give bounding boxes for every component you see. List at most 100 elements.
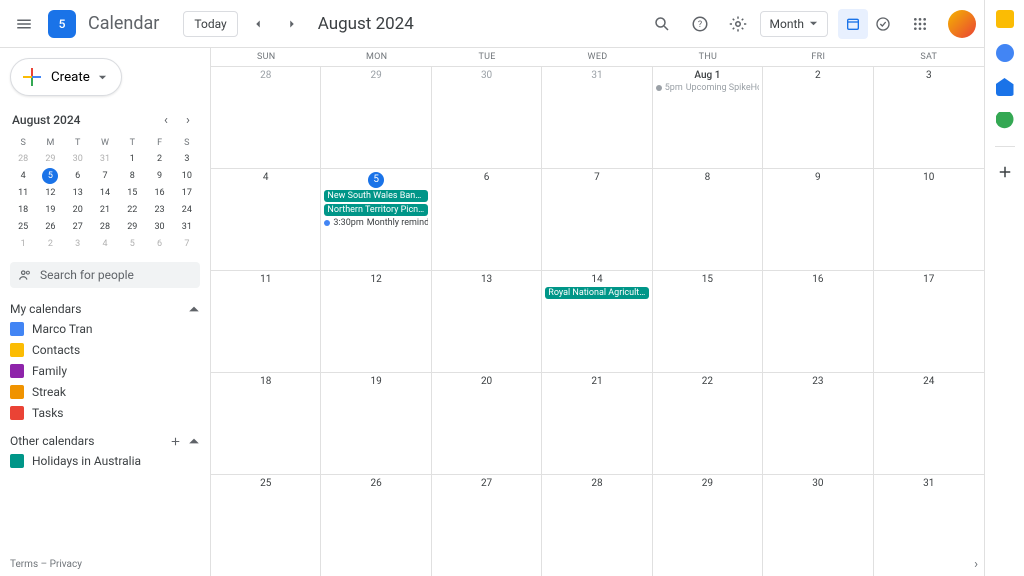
settings-button[interactable]: [722, 8, 754, 40]
event-chip[interactable]: Royal National Agricultural Show Day: [545, 287, 648, 299]
day-cell[interactable]: 6: [432, 169, 542, 270]
calendar-item[interactable]: Marco Tran: [10, 322, 200, 336]
mini-prev-button[interactable]: ‹: [156, 110, 176, 130]
main-menu-button[interactable]: [8, 8, 40, 40]
day-cell[interactable]: 19: [321, 373, 431, 474]
day-cell[interactable]: 15: [653, 271, 763, 372]
mini-day-cell[interactable]: 6: [146, 236, 172, 252]
mini-day-cell[interactable]: 7: [174, 236, 200, 252]
mini-day-cell[interactable]: 16: [146, 185, 172, 201]
mini-day-cell[interactable]: 11: [10, 185, 36, 201]
create-button[interactable]: Create: [10, 58, 122, 96]
plus-icon[interactable]: [169, 435, 182, 448]
tasks-panel-icon[interactable]: [996, 44, 1014, 62]
mini-day-cell[interactable]: 31: [92, 151, 118, 167]
day-cell[interactable]: 5New South Wales Bank Holiday (NewNorthe…: [321, 169, 431, 270]
mini-day-cell[interactable]: 12: [37, 185, 63, 201]
mini-day-cell[interactable]: 29: [37, 151, 63, 167]
contacts-icon[interactable]: [996, 78, 1014, 96]
mini-next-button[interactable]: ›: [178, 110, 198, 130]
mini-day-cell[interactable]: 4: [10, 168, 36, 184]
day-cell[interactable]: 21: [542, 373, 652, 474]
mini-day-cell[interactable]: 21: [92, 202, 118, 218]
mini-day-cell[interactable]: 2: [37, 236, 63, 252]
mini-day-cell[interactable]: 6: [65, 168, 91, 184]
day-cell[interactable]: 29: [653, 475, 763, 576]
calendar-item[interactable]: Contacts: [10, 343, 200, 357]
mini-day-cell[interactable]: 17: [174, 185, 200, 201]
calendar-checkbox[interactable]: [10, 406, 24, 420]
mini-day-cell[interactable]: 2: [146, 151, 172, 167]
mini-day-cell[interactable]: 7: [92, 168, 118, 184]
day-cell[interactable]: 29: [321, 67, 431, 168]
day-cell[interactable]: 31: [542, 67, 652, 168]
day-cell[interactable]: 8: [653, 169, 763, 270]
next-month-button[interactable]: [278, 10, 306, 38]
mini-day-cell[interactable]: 4: [92, 236, 118, 252]
day-cell[interactable]: 14Royal National Agricultural Show Day: [542, 271, 652, 372]
mini-day-cell[interactable]: 5: [42, 168, 58, 184]
mini-day-cell[interactable]: 5: [119, 236, 145, 252]
calendar-item[interactable]: Family: [10, 364, 200, 378]
mini-day-cell[interactable]: 20: [65, 202, 91, 218]
tasks-view-button[interactable]: [868, 9, 898, 39]
mini-day-cell[interactable]: 3: [174, 151, 200, 167]
calendar-checkbox[interactable]: [10, 385, 24, 399]
day-cell[interactable]: 9: [763, 169, 873, 270]
terms-link[interactable]: Terms: [10, 559, 38, 570]
day-cell[interactable]: 20: [432, 373, 542, 474]
event-line[interactable]: 3:30pmMonthly reminder: [324, 218, 427, 228]
mini-day-cell[interactable]: 10: [174, 168, 200, 184]
day-cell[interactable]: Aug 15pmUpcoming SpikeHour: [653, 67, 763, 168]
calendar-checkbox[interactable]: [10, 454, 24, 468]
day-cell[interactable]: 11: [211, 271, 321, 372]
day-cell[interactable]: 26: [321, 475, 431, 576]
mini-day-cell[interactable]: 19: [37, 202, 63, 218]
day-cell[interactable]: 31: [874, 475, 984, 576]
mini-day-cell[interactable]: 18: [10, 202, 36, 218]
day-cell[interactable]: 10: [874, 169, 984, 270]
event-chip[interactable]: New South Wales Bank Holiday (New: [324, 190, 427, 202]
day-cell[interactable]: 12: [321, 271, 431, 372]
mini-day-cell[interactable]: 1: [10, 236, 36, 252]
account-avatar[interactable]: [948, 10, 976, 38]
event-chip[interactable]: Northern Territory Picnic Day (Northe: [324, 204, 427, 216]
mini-day-cell[interactable]: 13: [65, 185, 91, 201]
calendar-checkbox[interactable]: [10, 322, 24, 336]
day-cell[interactable]: 16: [763, 271, 873, 372]
maps-icon[interactable]: [996, 112, 1014, 130]
day-cell[interactable]: 24: [874, 373, 984, 474]
mini-day-cell[interactable]: 14: [92, 185, 118, 201]
add-panel-icon[interactable]: [996, 163, 1014, 181]
mini-day-cell[interactable]: 27: [65, 219, 91, 235]
mini-day-cell[interactable]: 28: [10, 151, 36, 167]
mini-day-cell[interactable]: 25: [10, 219, 36, 235]
search-button[interactable]: [646, 8, 678, 40]
mini-day-cell[interactable]: 3: [65, 236, 91, 252]
day-cell[interactable]: 30: [432, 67, 542, 168]
calendar-item[interactable]: Streak: [10, 385, 200, 399]
event-line[interactable]: 5pmUpcoming SpikeHour: [656, 83, 759, 93]
mini-day-cell[interactable]: 28: [92, 219, 118, 235]
mini-day-cell[interactable]: 26: [37, 219, 63, 235]
day-cell[interactable]: 13: [432, 271, 542, 372]
search-people-input[interactable]: Search for people: [10, 262, 200, 288]
mini-day-cell[interactable]: 30: [146, 219, 172, 235]
mini-day-cell[interactable]: 1: [119, 151, 145, 167]
other-calendars-toggle[interactable]: Other calendars: [10, 434, 200, 448]
mini-day-cell[interactable]: 9: [146, 168, 172, 184]
mini-day-cell[interactable]: 22: [119, 202, 145, 218]
mini-day-cell[interactable]: 15: [119, 185, 145, 201]
calendar-item[interactable]: Tasks: [10, 406, 200, 420]
today-button[interactable]: Today: [183, 11, 237, 37]
day-cell[interactable]: 25: [211, 475, 321, 576]
mini-day-cell[interactable]: 29: [119, 219, 145, 235]
my-calendars-toggle[interactable]: My calendars: [10, 302, 200, 316]
calendar-checkbox[interactable]: [10, 343, 24, 357]
day-cell[interactable]: 22: [653, 373, 763, 474]
day-cell[interactable]: 23: [763, 373, 873, 474]
day-cell[interactable]: 28: [211, 67, 321, 168]
day-cell[interactable]: 7: [542, 169, 652, 270]
mini-day-cell[interactable]: 31: [174, 219, 200, 235]
help-button[interactable]: ?: [684, 8, 716, 40]
